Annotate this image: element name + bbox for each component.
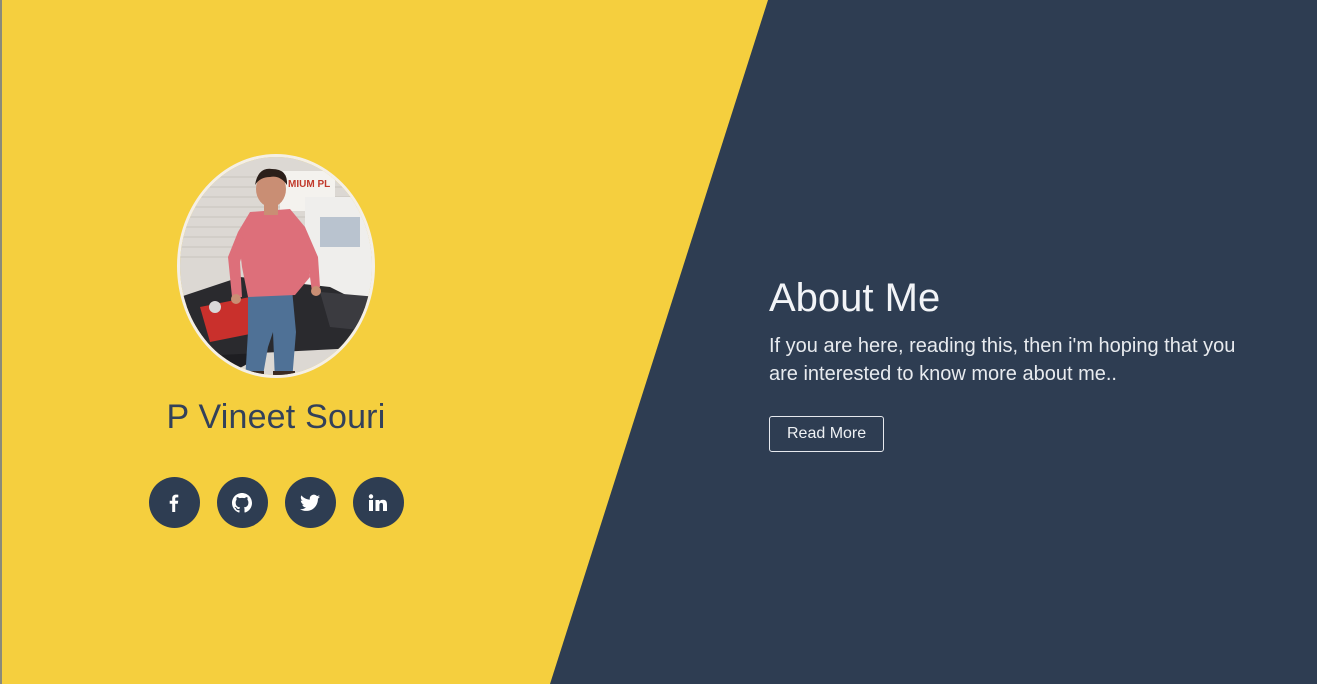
about-text: If you are here, reading this, then i'm … [769,335,1236,385]
read-more-button[interactable]: Read More [769,416,885,452]
left-edge-strip [0,0,2,684]
page: MIUM PL P Vineet Souri About Me If you a… [0,0,1317,684]
about-section: About Me If you are here, reading this, … [769,276,1239,452]
avatar-photo: MIUM PL [180,157,372,375]
profile-name: P Vineet Souri [166,398,386,436]
linkedin-button[interactable] [352,477,404,528]
social-links [104,477,448,528]
twitter-button[interactable] [284,477,336,528]
twitter-icon [300,494,320,511]
github-icon [232,492,252,513]
profile-section: MIUM PL P Vineet Souri [104,154,448,528]
facebook-button[interactable] [148,477,200,528]
svg-text:MIUM PL: MIUM PL [288,179,330,190]
about-title: About Me [769,276,941,320]
linkedin-icon [368,493,387,511]
github-button[interactable] [216,477,268,528]
avatar: MIUM PL [177,154,375,378]
facebook-icon [169,494,179,512]
